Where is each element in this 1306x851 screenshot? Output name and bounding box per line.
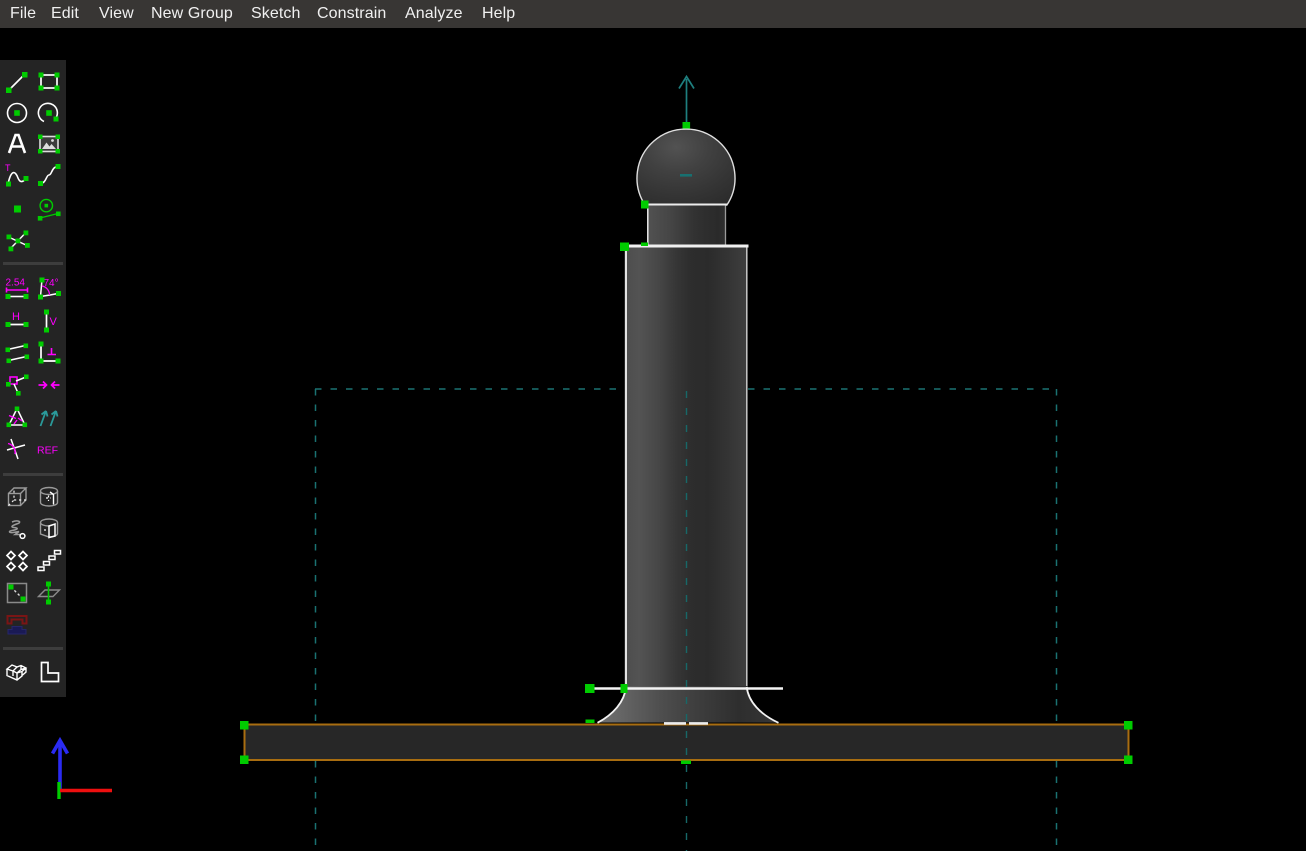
svg-text:2.54: 2.54 (6, 278, 26, 289)
svg-text:H: H (12, 311, 20, 323)
svg-text:V: V (50, 316, 58, 328)
svg-text:REF: REF (37, 445, 58, 457)
svg-text:T: T (5, 163, 11, 173)
